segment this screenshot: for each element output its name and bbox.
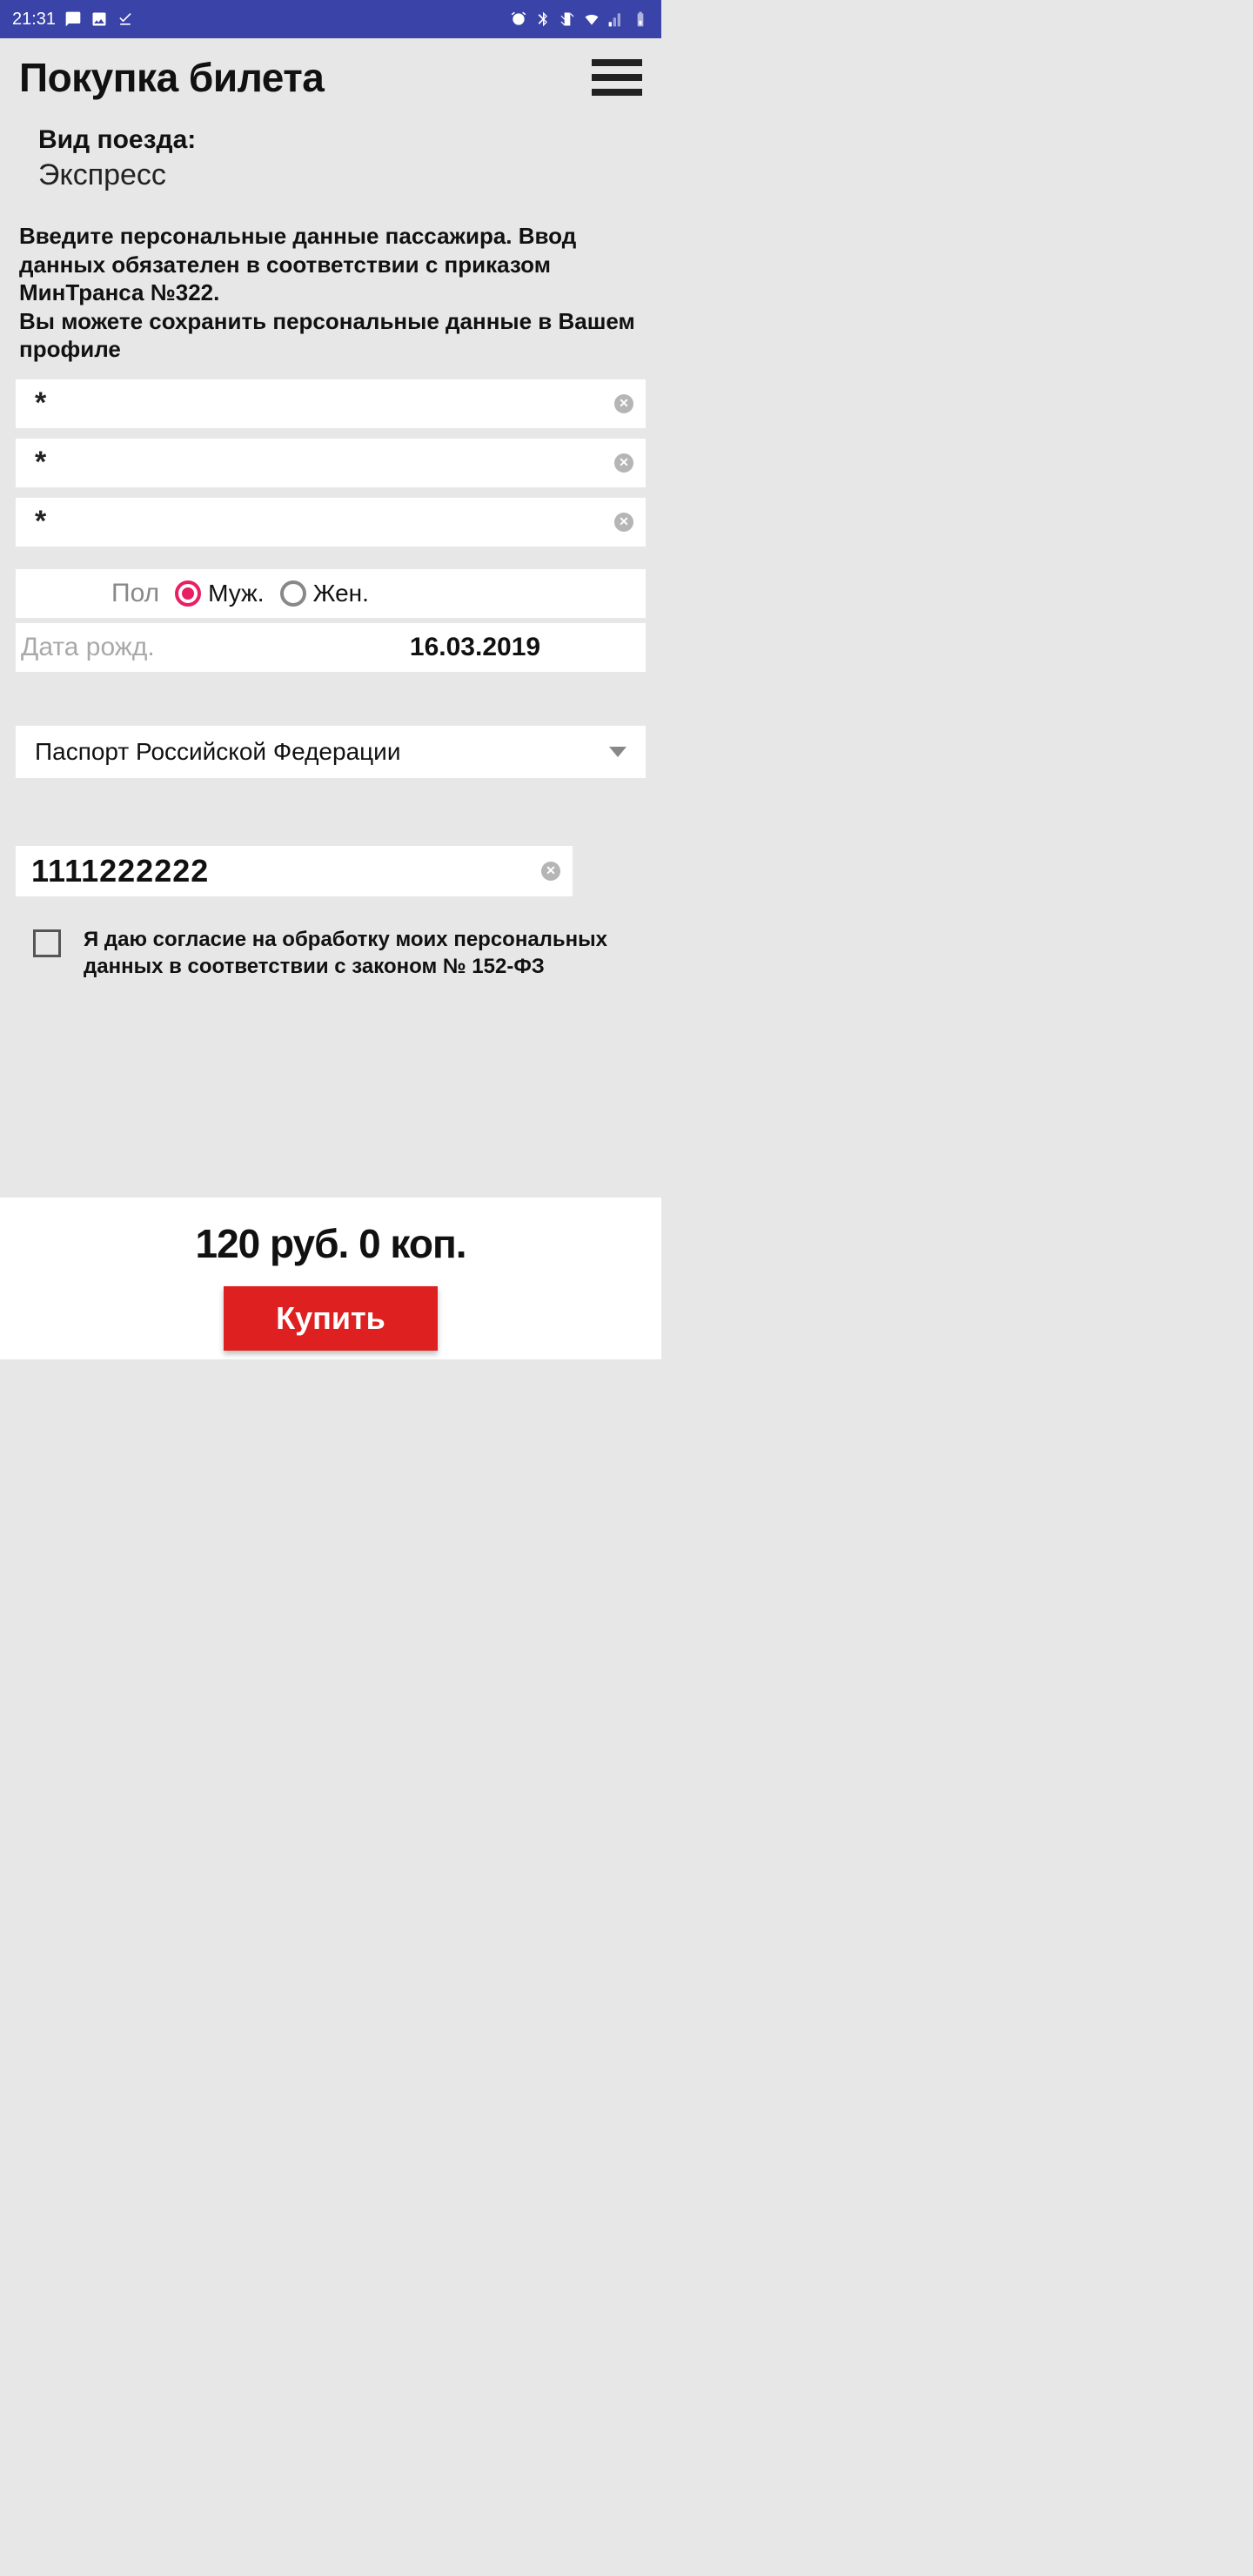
gender-label: Пол	[111, 579, 159, 608]
consent-checkbox[interactable]	[33, 929, 61, 957]
clear-surname-button[interactable]: ✕	[614, 394, 633, 413]
chat-icon	[64, 10, 82, 28]
gender-row: Пол Муж. Жен.	[16, 569, 646, 618]
bluetooth-icon	[534, 10, 552, 28]
clear-document-number-button[interactable]: ✕	[541, 862, 560, 881]
image-icon	[90, 10, 108, 28]
gender-female-radio[interactable]: Жен.	[280, 580, 369, 607]
document-type-select[interactable]: Паспорт Российской Федерации	[16, 726, 646, 778]
vibrate-mute-icon	[559, 10, 576, 28]
gender-male-radio[interactable]: Муж.	[175, 580, 264, 607]
patronymic-field[interactable]	[16, 498, 646, 547]
clear-name-button[interactable]: ✕	[614, 453, 633, 473]
menu-button[interactable]	[592, 59, 642, 96]
battery-icon	[632, 10, 649, 28]
status-bar: 21:31	[0, 0, 661, 38]
page-title: Покупка билета	[19, 54, 324, 101]
intro-text: Введите персональные данные пассажира. В…	[16, 199, 646, 379]
document-number-field[interactable]	[16, 846, 573, 896]
consent-text: Я даю согласие на обработку моих персона…	[84, 926, 637, 980]
document-type-value: Паспорт Российской Федерации	[35, 738, 609, 766]
alarm-icon	[510, 10, 527, 28]
app-header: Покупка билета	[0, 38, 661, 110]
buy-button[interactable]: Купить	[224, 1286, 438, 1351]
gender-female-label: Жен.	[313, 580, 369, 607]
clear-patronymic-button[interactable]: ✕	[614, 513, 633, 532]
price-text: 120 руб. 0 коп.	[0, 1220, 661, 1267]
dob-row[interactable]: Дата рожд. 16.03.2019	[16, 623, 646, 672]
gender-male-label: Муж.	[208, 580, 264, 607]
train-type-block: Вид поезда: Экспресс	[16, 110, 646, 199]
train-type-label: Вид поезда:	[38, 125, 623, 155]
train-type-value: Экспресс	[38, 158, 623, 192]
name-field[interactable]	[16, 439, 646, 487]
status-time: 21:31	[12, 10, 56, 30]
consent-row: Я даю согласие на обработку моих персона…	[16, 896, 646, 997]
dob-value: 16.03.2019	[324, 633, 626, 662]
chevron-down-icon	[609, 747, 626, 757]
wifi-icon	[583, 10, 600, 28]
download-check-icon	[117, 10, 134, 28]
dob-label: Дата рожд.	[21, 633, 324, 662]
signal-icon	[607, 10, 625, 28]
surname-field[interactable]	[16, 379, 646, 428]
footer: 120 руб. 0 коп. Купить	[0, 1197, 661, 1359]
